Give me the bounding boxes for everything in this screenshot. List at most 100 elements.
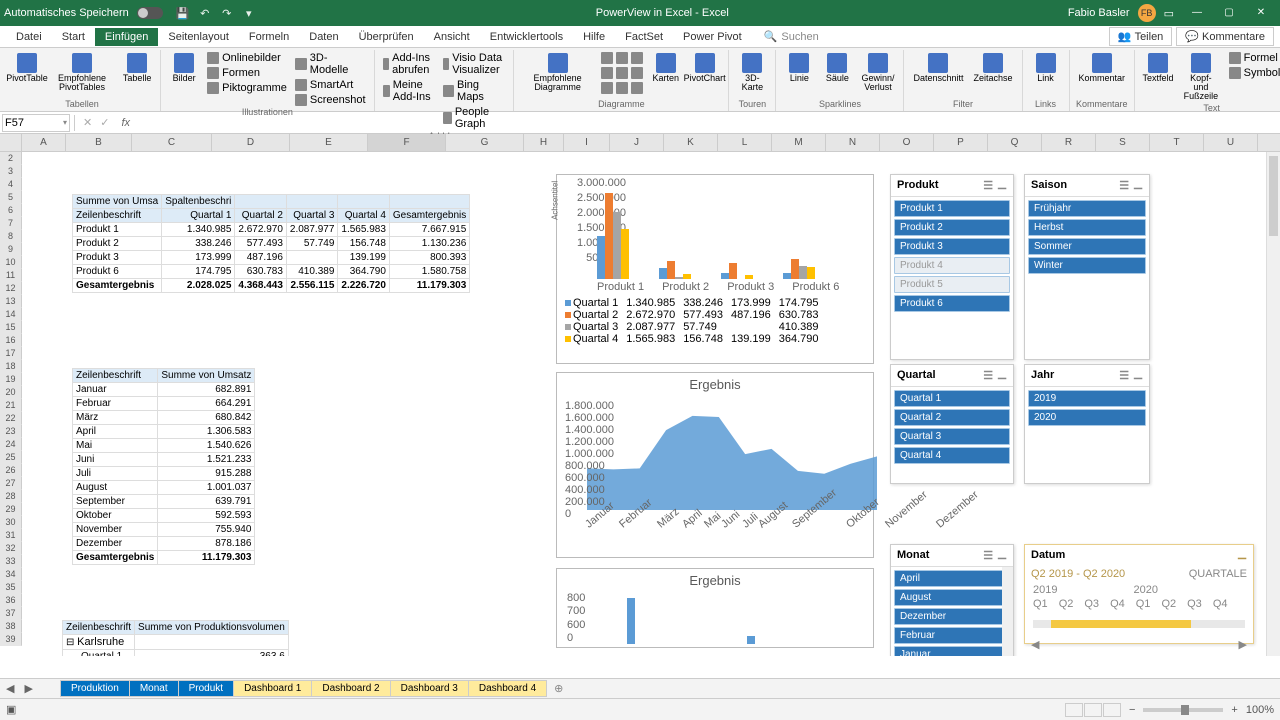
row-header[interactable]: 16 [0,334,22,347]
row-header[interactable]: 24 [0,438,22,451]
slicer-item[interactable]: Quartal 4 [894,447,1010,464]
slicer-quartal[interactable]: Quartal☰⚊ Quartal 1Quartal 2Quartal 3Qua… [890,364,1014,484]
select-all-corner[interactable] [0,134,22,151]
column-header-Q[interactable]: Q [988,134,1042,151]
row-header[interactable]: 36 [0,594,22,607]
search-box[interactable]: 🔍 Suchen [764,30,819,43]
row-header[interactable]: 13 [0,295,22,308]
clear-filter-icon[interactable]: ⚊ [1133,179,1143,192]
kopf-fusszeile-button[interactable]: Kopf- und Fußzeile [1179,51,1223,103]
slicer-item[interactable]: 2020 [1028,409,1146,426]
slicer-item[interactable]: Herbst [1028,219,1146,236]
column-header-K[interactable]: K [664,134,718,151]
row-header[interactable]: 14 [0,308,22,321]
chart-type-2[interactable] [599,66,645,80]
tab-start[interactable]: Start [52,28,95,46]
row-header[interactable]: 29 [0,503,22,516]
chart-type-3[interactable] [599,81,645,95]
sheet-nav-first[interactable]: ◀ [2,682,18,695]
column-header-G[interactable]: G [446,134,524,151]
cancel-icon[interactable]: ✕ [83,116,92,129]
slicer-item[interactable]: Sommer [1028,238,1146,255]
row-header[interactable]: 35 [0,581,22,594]
undo-icon[interactable]: ↶ [197,5,213,21]
linie-button[interactable]: Linie [782,51,816,85]
slicer-item[interactable]: Produkt 3 [894,238,1010,255]
visio-button[interactable]: Visio Data Visualizer [441,51,507,77]
pivot-table-umsatz-monat[interactable]: ZeilenbeschriftSumme von Umsatz Januar68… [72,368,255,565]
gewinn-verlust-button[interactable]: Gewinn/ Verlust [858,51,897,94]
clear-filter-icon[interactable]: ⚊ [1133,369,1143,382]
multiselect-icon[interactable]: ☰ [983,549,993,562]
tabelle-button[interactable]: Tabelle [120,51,154,85]
slicer-item[interactable]: Frühjahr [1028,200,1146,217]
row-header[interactable]: 20 [0,386,22,399]
row-header[interactable]: 12 [0,282,22,295]
user-name[interactable]: Fabio Basler [1068,7,1130,19]
row-header[interactable]: 9 [0,243,22,256]
row-header[interactable]: 6 [0,204,22,217]
tab-daten[interactable]: Daten [299,28,348,46]
column-header-U[interactable]: U [1204,134,1258,151]
row-header[interactable]: 11 [0,269,22,282]
redo-icon[interactable]: ↷ [219,5,235,21]
chart-area-ergebnis[interactable]: Ergebnis 1.800.0001.600.0001.400.0001.20… [556,372,874,558]
slicer-item[interactable]: Winter [1028,257,1146,274]
row-header[interactable]: 33 [0,555,22,568]
comments-button[interactable]: 💬Kommentare [1176,27,1274,46]
slicer-item[interactable]: Quartal 3 [894,428,1010,445]
row-header[interactable]: 22 [0,412,22,425]
pivot-table-umsatz-produkt[interactable]: Summe von UmsaSpaltenbeschri Zeilenbesch… [72,194,470,293]
tab-seitenlayout[interactable]: Seitenlayout [158,28,239,46]
slicer-produkt[interactable]: Produkt☰⚊ Produkt 1Produkt 2Produkt 3Pro… [890,174,1014,360]
zoom-out-icon[interactable]: − [1129,704,1135,716]
fx-icon[interactable]: fx [121,117,130,129]
column-header-R[interactable]: R [1042,134,1096,151]
3d-karte-button[interactable]: 3D- Karte [735,51,769,94]
scroll-right-icon[interactable]: ▶ [1239,638,1247,651]
sheet-tab[interactable]: Dashboard 4 [468,680,547,697]
slicer-item[interactable]: Quartal 2 [894,409,1010,426]
sheet-tab[interactable]: Produktion [60,680,130,697]
row-header[interactable]: 10 [0,256,22,269]
slicer-item[interactable]: Quartal 1 [894,390,1010,407]
bilder-button[interactable]: Bilder [167,51,201,85]
row-header[interactable]: 26 [0,464,22,477]
slicer-item[interactable]: Produkt 4 [894,257,1010,274]
sheet-nav-prev[interactable]: ▶ [20,682,36,695]
formel-button[interactable]: Formel [1227,51,1280,65]
addins-abrufen-button[interactable]: Add-Ins abrufen [381,51,437,77]
zoom-in-icon[interactable]: + [1231,704,1237,716]
qat-dropdown-icon[interactable]: ▾ [241,5,257,21]
column-header-O[interactable]: O [880,134,934,151]
row-header[interactable]: 32 [0,542,22,555]
sheet-tab[interactable]: Produkt [178,680,234,697]
textfeld-button[interactable]: Textfeld [1141,51,1175,85]
row-header[interactable]: 37 [0,607,22,620]
row-header[interactable]: 23 [0,425,22,438]
pivottable-button[interactable]: PivotTable [10,51,44,85]
scroll-left-icon[interactable]: ◀ [1031,638,1039,651]
user-avatar[interactable]: FB [1138,4,1156,22]
chart-bar-produkt[interactable]: Achsentitel 3.000.0002.500.000 2.000.000… [556,174,874,364]
smartart-button[interactable]: SmartArt [293,78,368,92]
row-header[interactable]: 3 [0,165,22,178]
screenshot-button[interactable]: Screenshot [293,93,368,107]
empfohlene-diagramme-button[interactable]: Empfohlene Diagramme [520,51,594,94]
slicer-item[interactable]: Produkt 5 [894,276,1010,293]
add-sheet-button[interactable]: ⊕ [554,682,563,695]
record-macro-icon[interactable]: ▣ [6,703,16,716]
3dmodelle-button[interactable]: 3D-Modelle [293,51,368,77]
tab-powerpivot[interactable]: Power Pivot [673,28,752,46]
row-header[interactable]: 4 [0,178,22,191]
row-header[interactable]: 19 [0,373,22,386]
tab-factset[interactable]: FactSet [615,28,673,46]
formen-button[interactable]: Formen [205,66,289,80]
column-header-T[interactable]: T [1150,134,1204,151]
normal-view-icon[interactable] [1065,703,1083,717]
zoom-level[interactable]: 100% [1246,704,1274,716]
sheet-tab[interactable]: Dashboard 3 [390,680,469,697]
slicer-item[interactable]: 2019 [1028,390,1146,407]
slicer-saison[interactable]: Saison☰⚊ FrühjahrHerbstSommerWinter [1024,174,1150,360]
multiselect-icon[interactable]: ☰ [983,369,993,382]
